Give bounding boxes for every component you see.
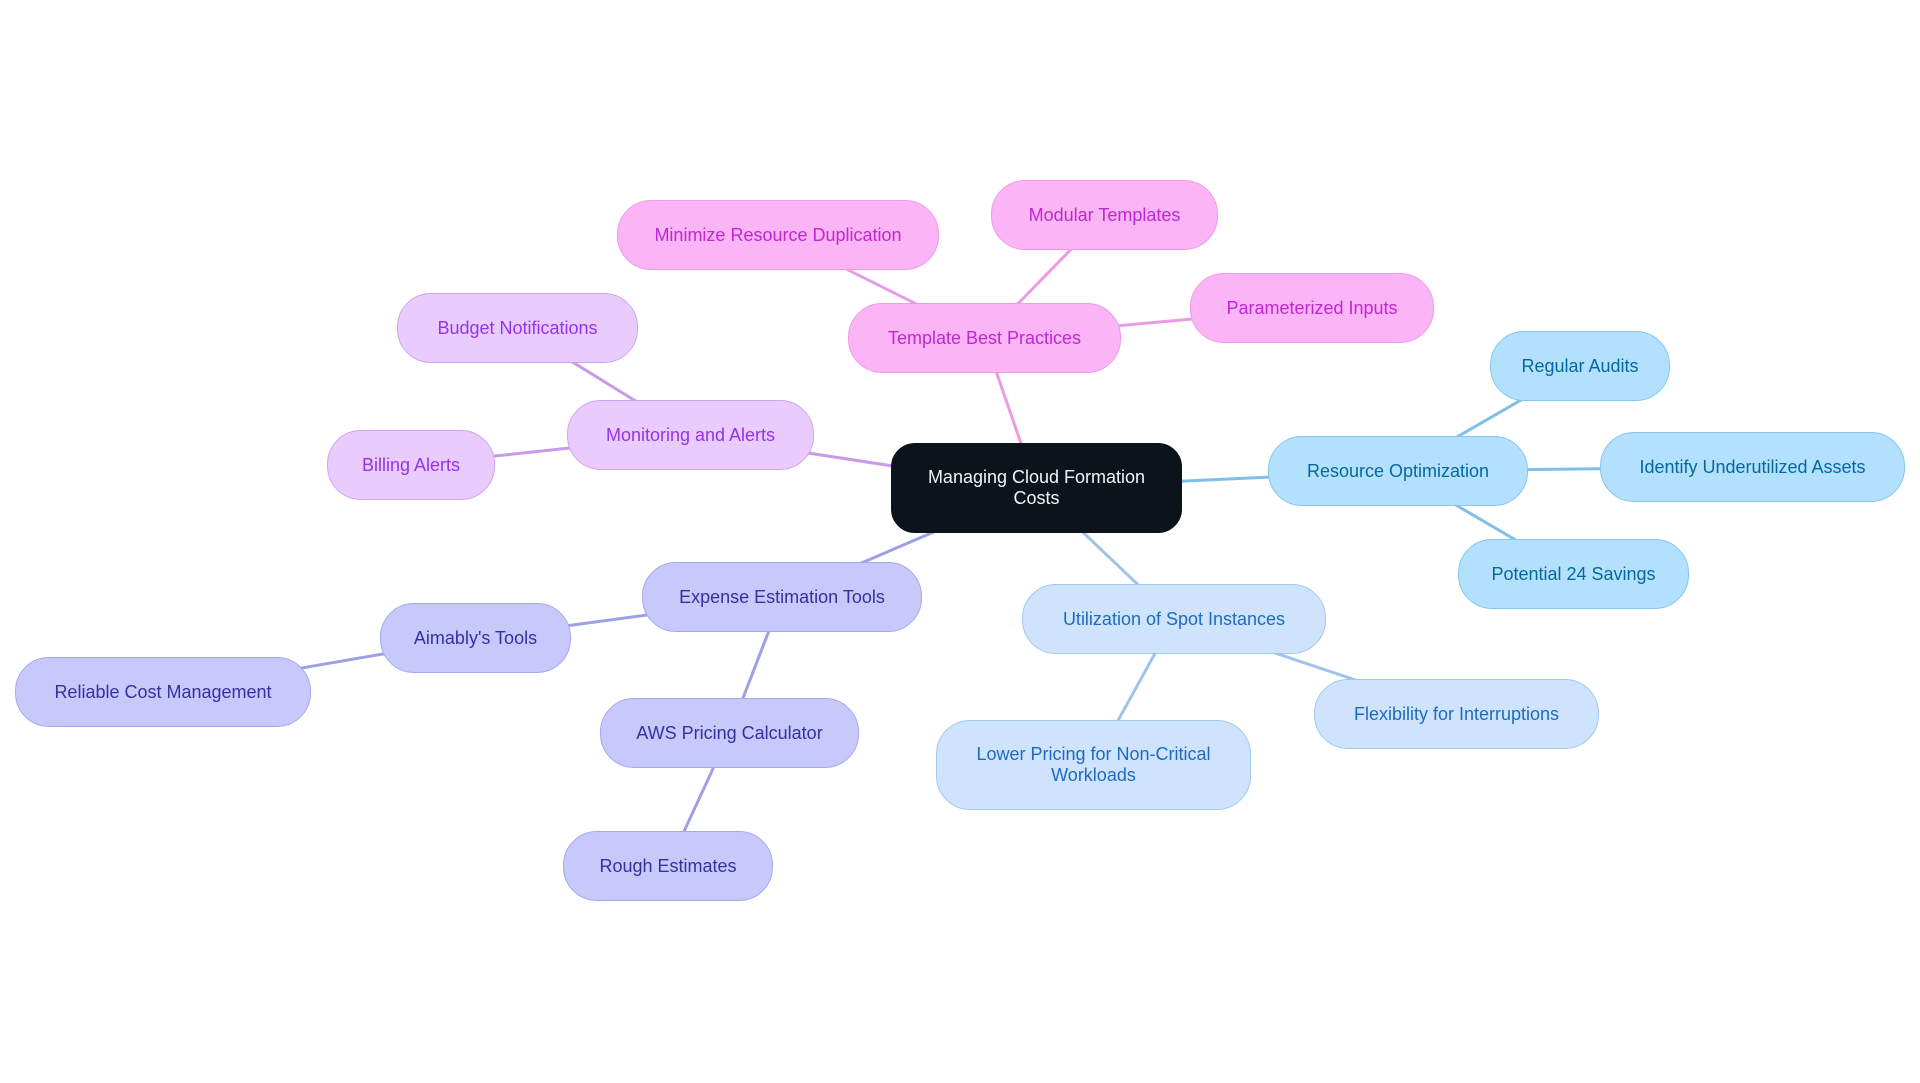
node-label: Flexibility for Interruptions	[1353, 703, 1560, 724]
node-billing-alerts[interactable]: Billing Alerts	[327, 430, 495, 500]
node-label: Reliable Cost Management	[54, 681, 272, 702]
node-label: Monitoring and Alerts	[605, 424, 776, 445]
node-label: Resource Optimization	[1306, 460, 1490, 481]
node-expense-estimation-tools[interactable]: Expense Estimation Tools	[642, 562, 922, 632]
node-monitoring-and-alerts[interactable]: Monitoring and Alerts	[567, 400, 814, 470]
node-resource-optimization[interactable]: Resource Optimization	[1268, 436, 1528, 506]
node-label: Potential 24 Savings	[1491, 563, 1656, 584]
node-label: Budget Notifications	[437, 317, 598, 338]
node-minimize-resource-duplication[interactable]: Minimize Resource Duplication	[617, 200, 939, 270]
node-flexibility-for-interruptions[interactable]: Flexibility for Interruptions	[1314, 679, 1599, 749]
node-template-best-practices[interactable]: Template Best Practices	[848, 303, 1121, 373]
node-label: Rough Estimates	[599, 855, 737, 876]
node-label: Lower Pricing for Non-Critical Workloads	[976, 744, 1211, 785]
node-identify-underutilized-assets[interactable]: Identify Underutilized Assets	[1600, 432, 1905, 502]
node-label: Minimize Resource Duplication	[654, 224, 902, 245]
node-regular-audits[interactable]: Regular Audits	[1490, 331, 1670, 401]
node-potential-24-savings[interactable]: Potential 24 Savings	[1458, 539, 1689, 609]
node-aimablys-tools[interactable]: Aimably's Tools	[380, 603, 571, 673]
node-label: Expense Estimation Tools	[679, 586, 885, 607]
node-rough-estimates[interactable]: Rough Estimates	[563, 831, 773, 901]
node-label: Identify Underutilized Assets	[1639, 456, 1866, 477]
node-label: Aimably's Tools	[413, 627, 538, 648]
node-label: Utilization of Spot Instances	[1062, 608, 1286, 629]
root-node[interactable]: Managing Cloud Formation Costs	[891, 443, 1182, 533]
node-utilization-of-spot-instances[interactable]: Utilization of Spot Instances	[1022, 584, 1326, 654]
node-label: Template Best Practices	[887, 327, 1082, 348]
node-label: Regular Audits	[1521, 355, 1639, 376]
node-label: Parameterized Inputs	[1226, 297, 1398, 318]
node-label: Billing Alerts	[361, 454, 461, 475]
node-aws-pricing-calculator[interactable]: AWS Pricing Calculator	[600, 698, 859, 768]
mindmap-canvas: Managing Cloud Formation Costs Template B…	[0, 0, 1920, 1083]
node-parameterized-inputs[interactable]: Parameterized Inputs	[1190, 273, 1434, 343]
node-budget-notifications[interactable]: Budget Notifications	[397, 293, 638, 363]
node-label: Modular Templates	[1028, 204, 1181, 225]
node-label: AWS Pricing Calculator	[636, 722, 823, 743]
node-modular-templates[interactable]: Modular Templates	[991, 180, 1218, 250]
node-reliable-cost-management[interactable]: Reliable Cost Management	[15, 657, 311, 727]
node-label: Managing Cloud Formation Costs	[927, 467, 1146, 508]
node-lower-pricing-non-critical[interactable]: Lower Pricing for Non-Critical Workloads	[936, 720, 1251, 810]
